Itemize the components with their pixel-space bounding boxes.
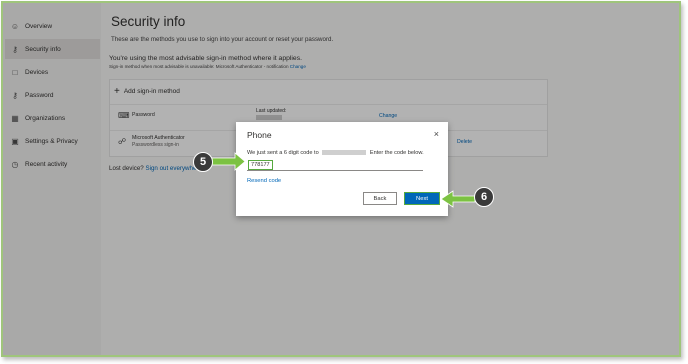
next-button[interactable]: Next [404,192,440,205]
message-suffix: Enter the code below. [369,150,424,156]
resend-code-link[interactable]: Resend code [247,178,281,184]
dialog-message: We just sent a 6 digit code to Enter the… [247,150,424,156]
account-app: ☺ Overview ⚷ Security info □ Devices ⚷ P… [3,3,679,355]
step-6-badge: 6 [474,187,494,207]
code-input[interactable]: 778177 [247,160,423,171]
back-button[interactable]: Back [363,192,397,205]
dialog-title: Phone [247,130,272,140]
redacted-phone [322,150,367,156]
screenshot-frame: ☺ Overview ⚷ Security info □ Devices ⚷ P… [1,1,681,357]
step-5-badge: 5 [193,152,213,172]
code-value: 778177 [248,160,273,170]
message-prefix: We just sent a 6 digit code to [247,150,319,156]
phone-dialog: Phone × We just sent a 6 digit code to E… [236,122,448,216]
close-icon[interactable]: × [434,129,439,139]
